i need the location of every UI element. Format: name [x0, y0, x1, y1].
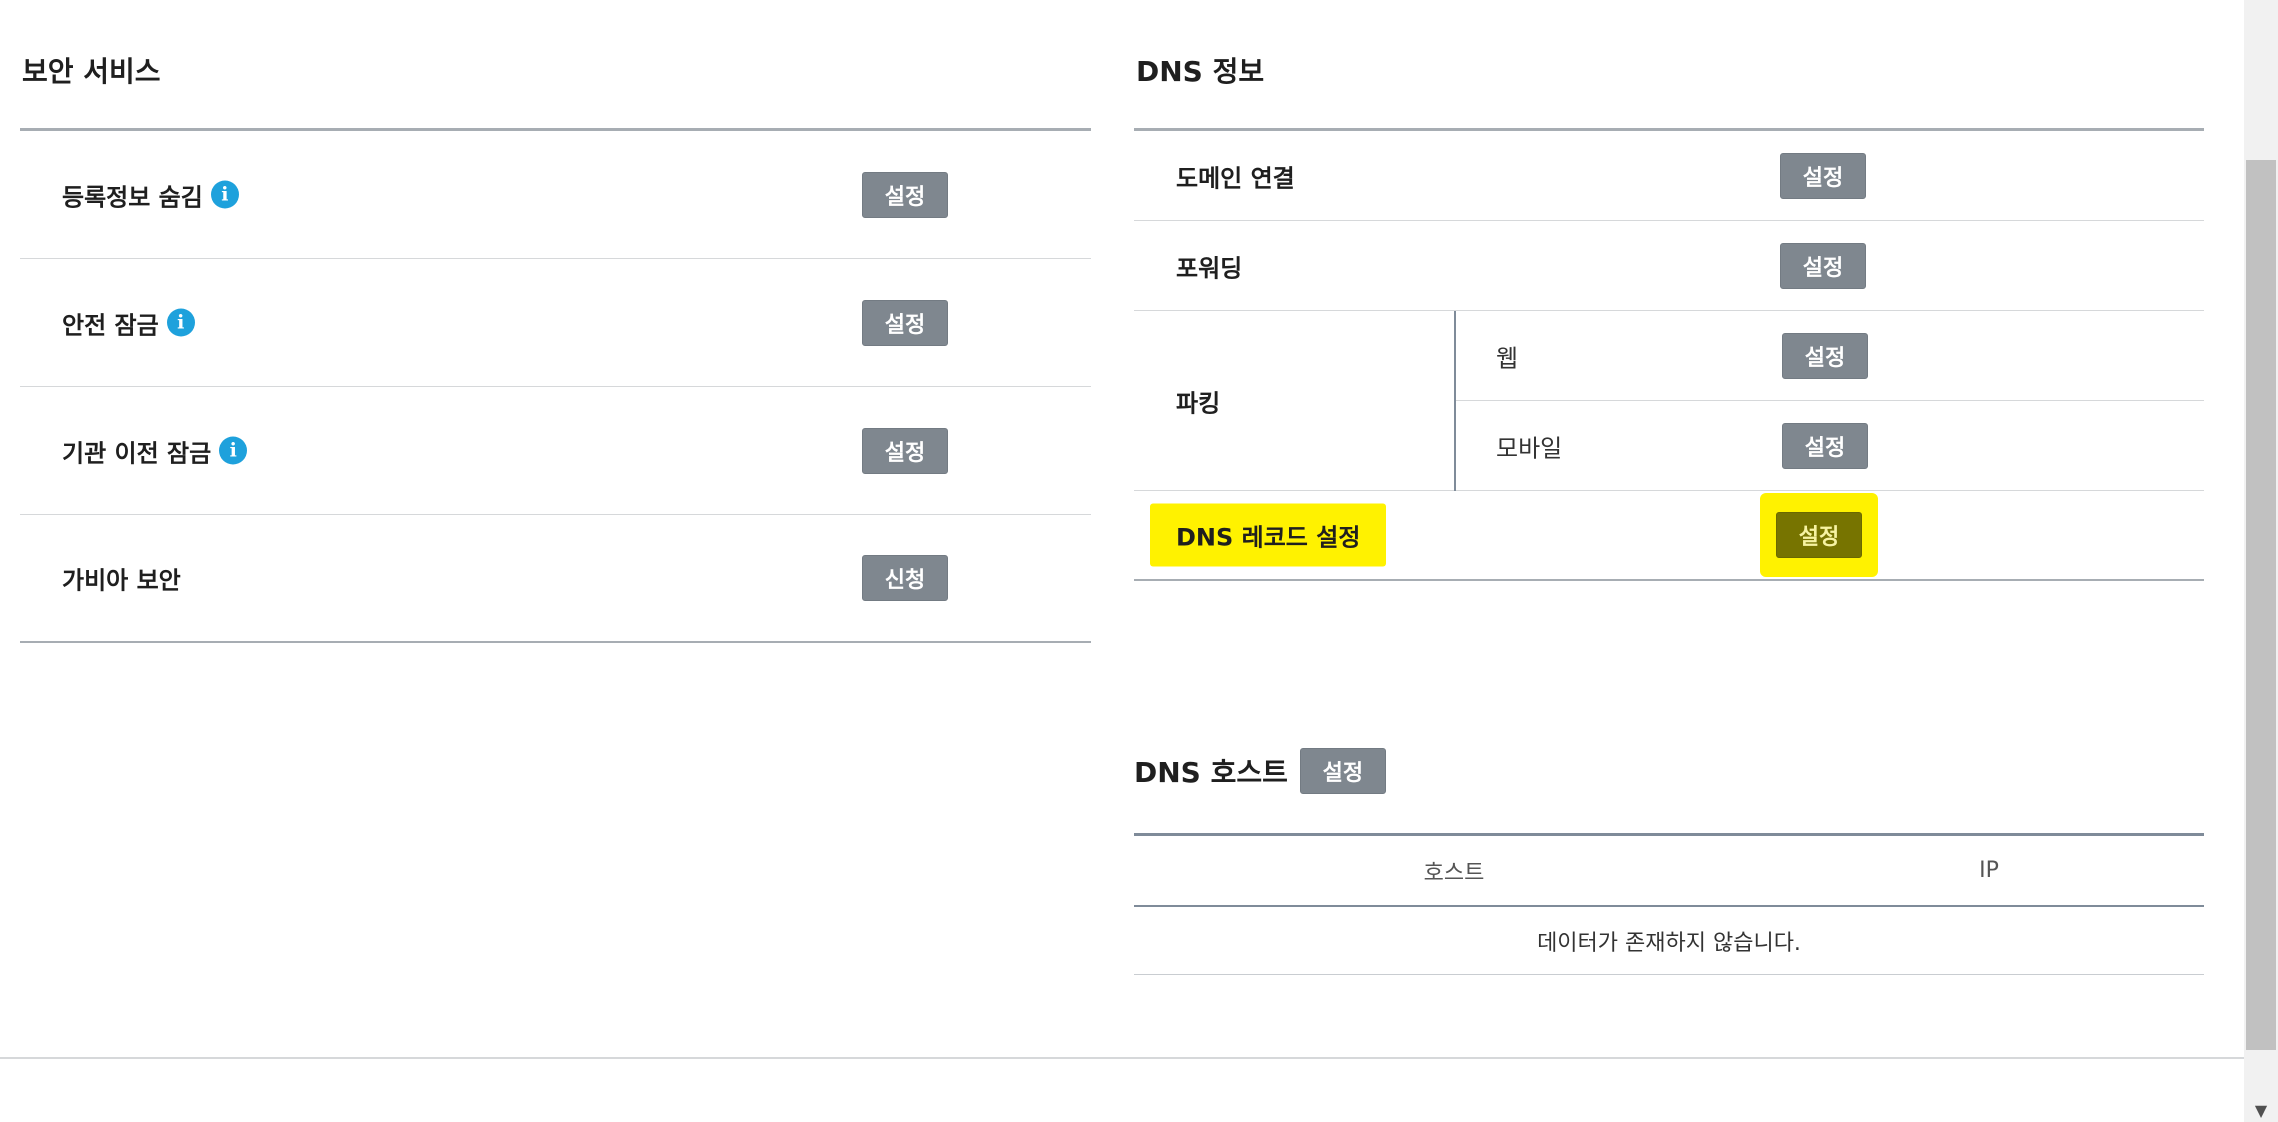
row-label: 가비아 보안: [62, 561, 181, 596]
info-icon[interactable]: i: [210, 180, 239, 209]
registrar-transfer-lock-label: 기관 이전 잠금: [62, 439, 212, 467]
footer-divider: [0, 1057, 2244, 1059]
row-label: 안전 잠금 i: [62, 305, 195, 340]
row-label: 기관 이전 잠금 i: [62, 433, 248, 468]
dns-info-title: DNS 정보: [1136, 55, 1265, 88]
registrar-transfer-lock-settings-button[interactable]: 설정: [862, 427, 948, 474]
dns-host-empty-message: 데이터가 존재하지 않습니다.: [1134, 907, 2204, 975]
dns-record-button-highlight: 설정: [1760, 493, 1878, 577]
row-safety-lock: 안전 잠금 i 설정: [20, 259, 1091, 387]
gabia-security-label: 가비아 보안: [62, 566, 181, 595]
domain-connect-settings-button[interactable]: 설정: [1780, 152, 1866, 199]
safety-lock-label: 안전 잠금: [62, 311, 159, 339]
row-parking: 파킹 웹 설정 모바일 설정: [1134, 311, 2204, 491]
parking-subrows: 웹 설정 모바일 설정: [1454, 311, 2204, 491]
parking-mobile-label: 모바일: [1496, 434, 1563, 463]
dns-host-header: DNS 호스트 설정: [1134, 748, 1386, 794]
dns-host-title: DNS 호스트: [1134, 756, 1288, 789]
security-services-table: 등록정보 숨김 i 설정 안전 잠금 i 설정 기관 이전 잠금 i 설정 가비…: [20, 128, 1091, 643]
row-registrar-transfer-lock: 기관 이전 잠금 i 설정: [20, 387, 1091, 515]
parking-mobile-settings-button[interactable]: 설정: [1782, 423, 1868, 469]
dns-record-settings-label: DNS 레코드 설정: [1150, 503, 1387, 567]
row-dns-record: DNS 레코드 설정 설정: [1134, 491, 2204, 581]
row-label: 등록정보 숨김 i: [62, 177, 239, 212]
dns-record-settings-button[interactable]: 설정: [1776, 512, 1862, 558]
row-domain-connect: 도메인 연결 설정: [1134, 131, 2204, 221]
gabia-security-apply-button[interactable]: 신청: [862, 555, 948, 601]
dns-info-table: 도메인 연결 설정 포워딩 설정 파킹 웹 설정 모바일 설정 DNS 레코드 …: [1134, 128, 2204, 581]
vertical-scrollbar[interactable]: ▼: [2244, 0, 2278, 1122]
parking-web-label: 웹: [1496, 344, 1519, 372]
dns-host-table-header: 호스트 IP: [1134, 836, 2204, 907]
column-header-host: 호스트: [1423, 860, 1485, 886]
row-parking-mobile: 모바일 설정: [1456, 401, 2204, 491]
scroll-down-arrow-icon[interactable]: ▼: [2244, 1100, 2278, 1120]
info-icon[interactable]: i: [166, 308, 195, 337]
domain-connect-label: 도메인 연결: [1176, 164, 1295, 192]
parking-web-settings-button[interactable]: 설정: [1782, 332, 1868, 379]
column-header-ip: IP: [1979, 858, 1999, 883]
row-parking-web: 웹 설정: [1456, 311, 2204, 401]
parking-label: 파킹: [1176, 389, 1221, 417]
security-services-title: 보안 서비스: [22, 55, 161, 88]
row-registration-info-hide: 등록정보 숨김 i 설정: [20, 131, 1091, 259]
row-forwarding: 포워딩 설정: [1134, 221, 2204, 311]
info-icon[interactable]: i: [219, 436, 248, 465]
dns-host-settings-button[interactable]: 설정: [1299, 748, 1386, 794]
scrollbar-thumb[interactable]: [2246, 160, 2276, 1050]
forwarding-label: 포워딩: [1176, 254, 1243, 282]
dns-host-table: 호스트 IP 데이터가 존재하지 않습니다.: [1134, 833, 2204, 975]
registration-info-hide-settings-button[interactable]: 설정: [862, 171, 948, 218]
forwarding-settings-button[interactable]: 설정: [1780, 242, 1866, 289]
page: 보안 서비스 등록정보 숨김 i 설정 안전 잠금 i 설정 기관 이전 잠금: [0, 0, 2278, 1122]
row-gabia-security: 가비아 보안 신청: [20, 515, 1091, 643]
safety-lock-settings-button[interactable]: 설정: [862, 299, 948, 346]
registration-info-hide-label: 등록정보 숨김: [62, 183, 203, 211]
